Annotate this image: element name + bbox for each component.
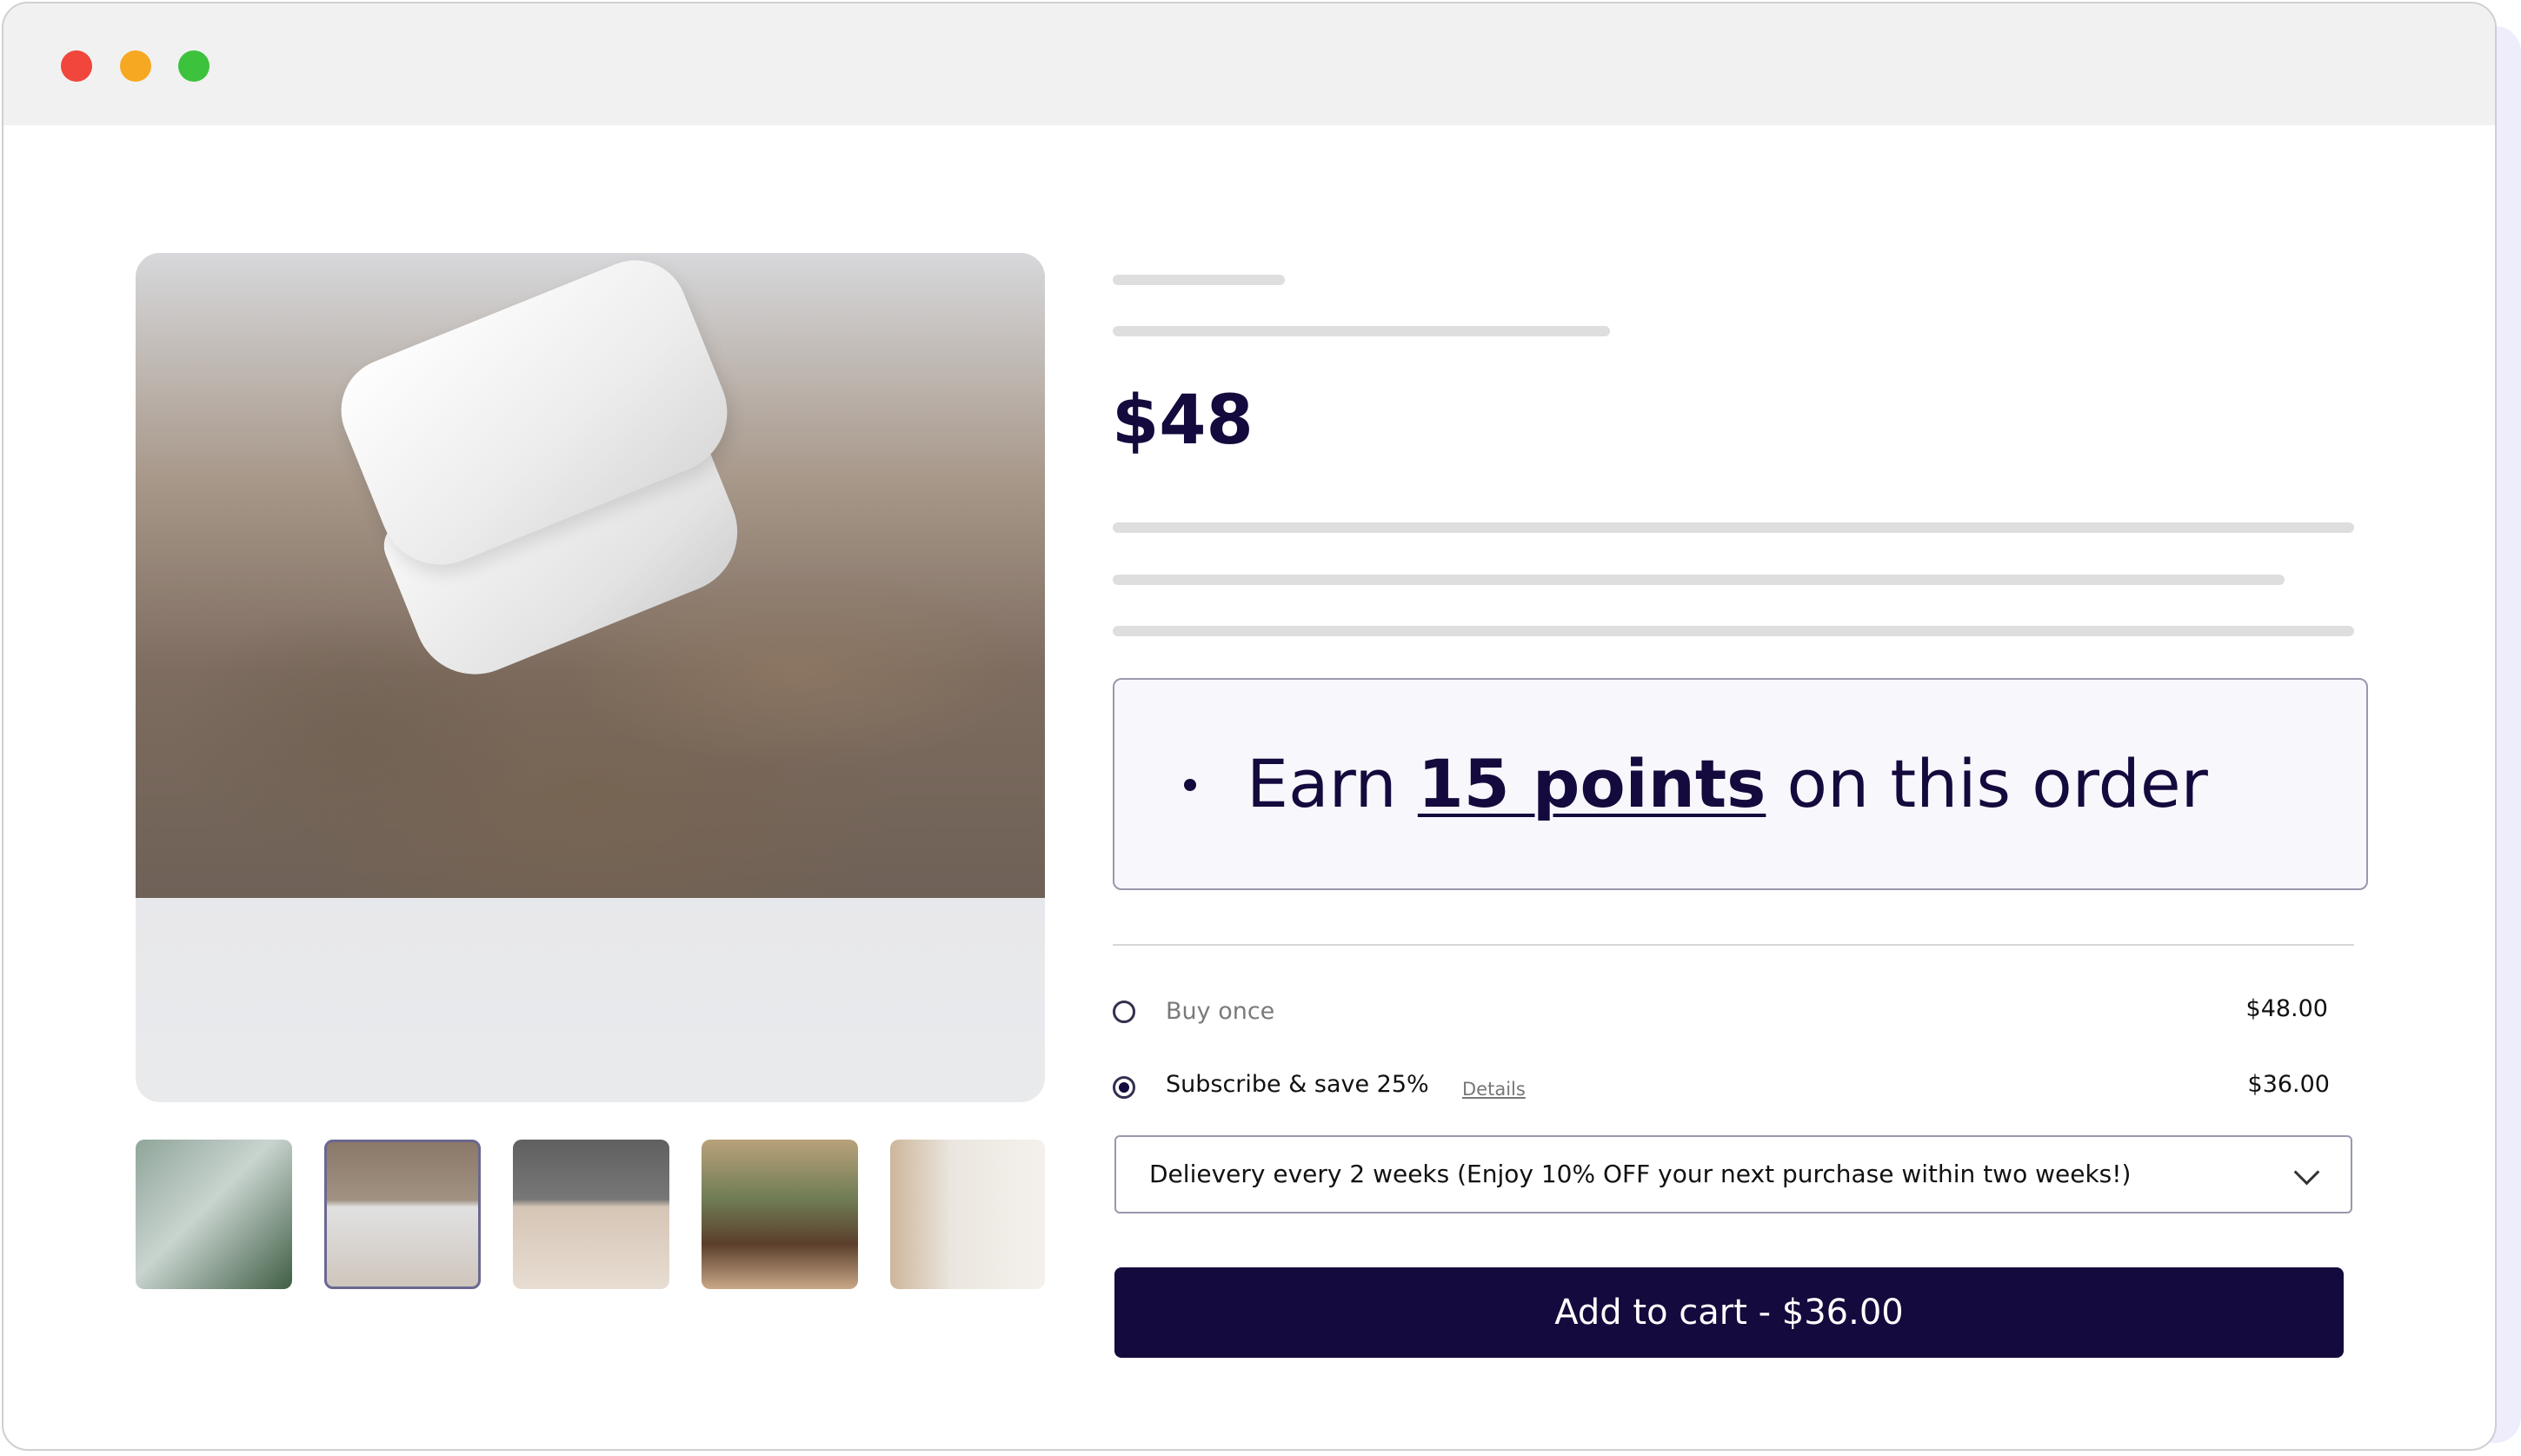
skeleton-description-line-2 (1113, 575, 2285, 585)
thumbnail-3[interactable] (513, 1140, 669, 1289)
thumbnail-2-selected[interactable] (324, 1140, 481, 1289)
close-window-button[interactable] (61, 50, 92, 82)
skeleton-title-long (1113, 326, 1610, 336)
browser-window: $48 Earn 15 points on this order Buy onc… (2, 2, 2497, 1451)
rewards-text: Earn 15 points on this order (1247, 741, 2208, 828)
points-link[interactable]: 15 points (1418, 745, 1766, 822)
buy-once-radio[interactable] (1113, 1001, 1135, 1023)
skeleton-description-line-3 (1113, 626, 2354, 636)
product-main-image (136, 253, 1045, 1102)
add-to-cart-button[interactable]: Add to cart - $36.00 (1114, 1267, 2344, 1358)
subscribe-price: $36.00 (2247, 1071, 2330, 1098)
chevron-down-icon (2293, 1159, 2320, 1186)
delivery-frequency-select[interactable]: Delievery every 2 weeks (Enjoy 10% OFF y… (1114, 1135, 2352, 1213)
thumbnail-1[interactable] (136, 1140, 292, 1289)
subscribe-radio[interactable] (1113, 1076, 1135, 1099)
delivery-frequency-value: Delievery every 2 weeks (Enjoy 10% OFF y… (1149, 1160, 2132, 1188)
divider (1113, 944, 2354, 946)
product-price: $48 (1112, 382, 1254, 460)
bullet-icon (1184, 779, 1196, 791)
buy-once-label[interactable]: Buy once (1166, 994, 1274, 1029)
details-link[interactable]: Details (1462, 1072, 1526, 1107)
minimize-window-button[interactable] (120, 50, 151, 82)
rewards-suffix: on this order (1766, 745, 2208, 822)
maximize-window-button[interactable] (178, 50, 210, 82)
title-bar (3, 3, 2495, 125)
thumbnail-4[interactable] (702, 1140, 858, 1289)
rewards-prefix: Earn (1247, 745, 1418, 822)
skeleton-description-line-1 (1113, 522, 2354, 533)
skeleton-title-short (1113, 275, 1285, 285)
rewards-banner: Earn 15 points on this order (1113, 678, 2368, 890)
thumbnail-5[interactable] (890, 1140, 1045, 1289)
buy-once-price: $48.00 (2245, 995, 2328, 1022)
subscribe-label[interactable]: Subscribe & save 25% (1166, 1067, 1429, 1102)
